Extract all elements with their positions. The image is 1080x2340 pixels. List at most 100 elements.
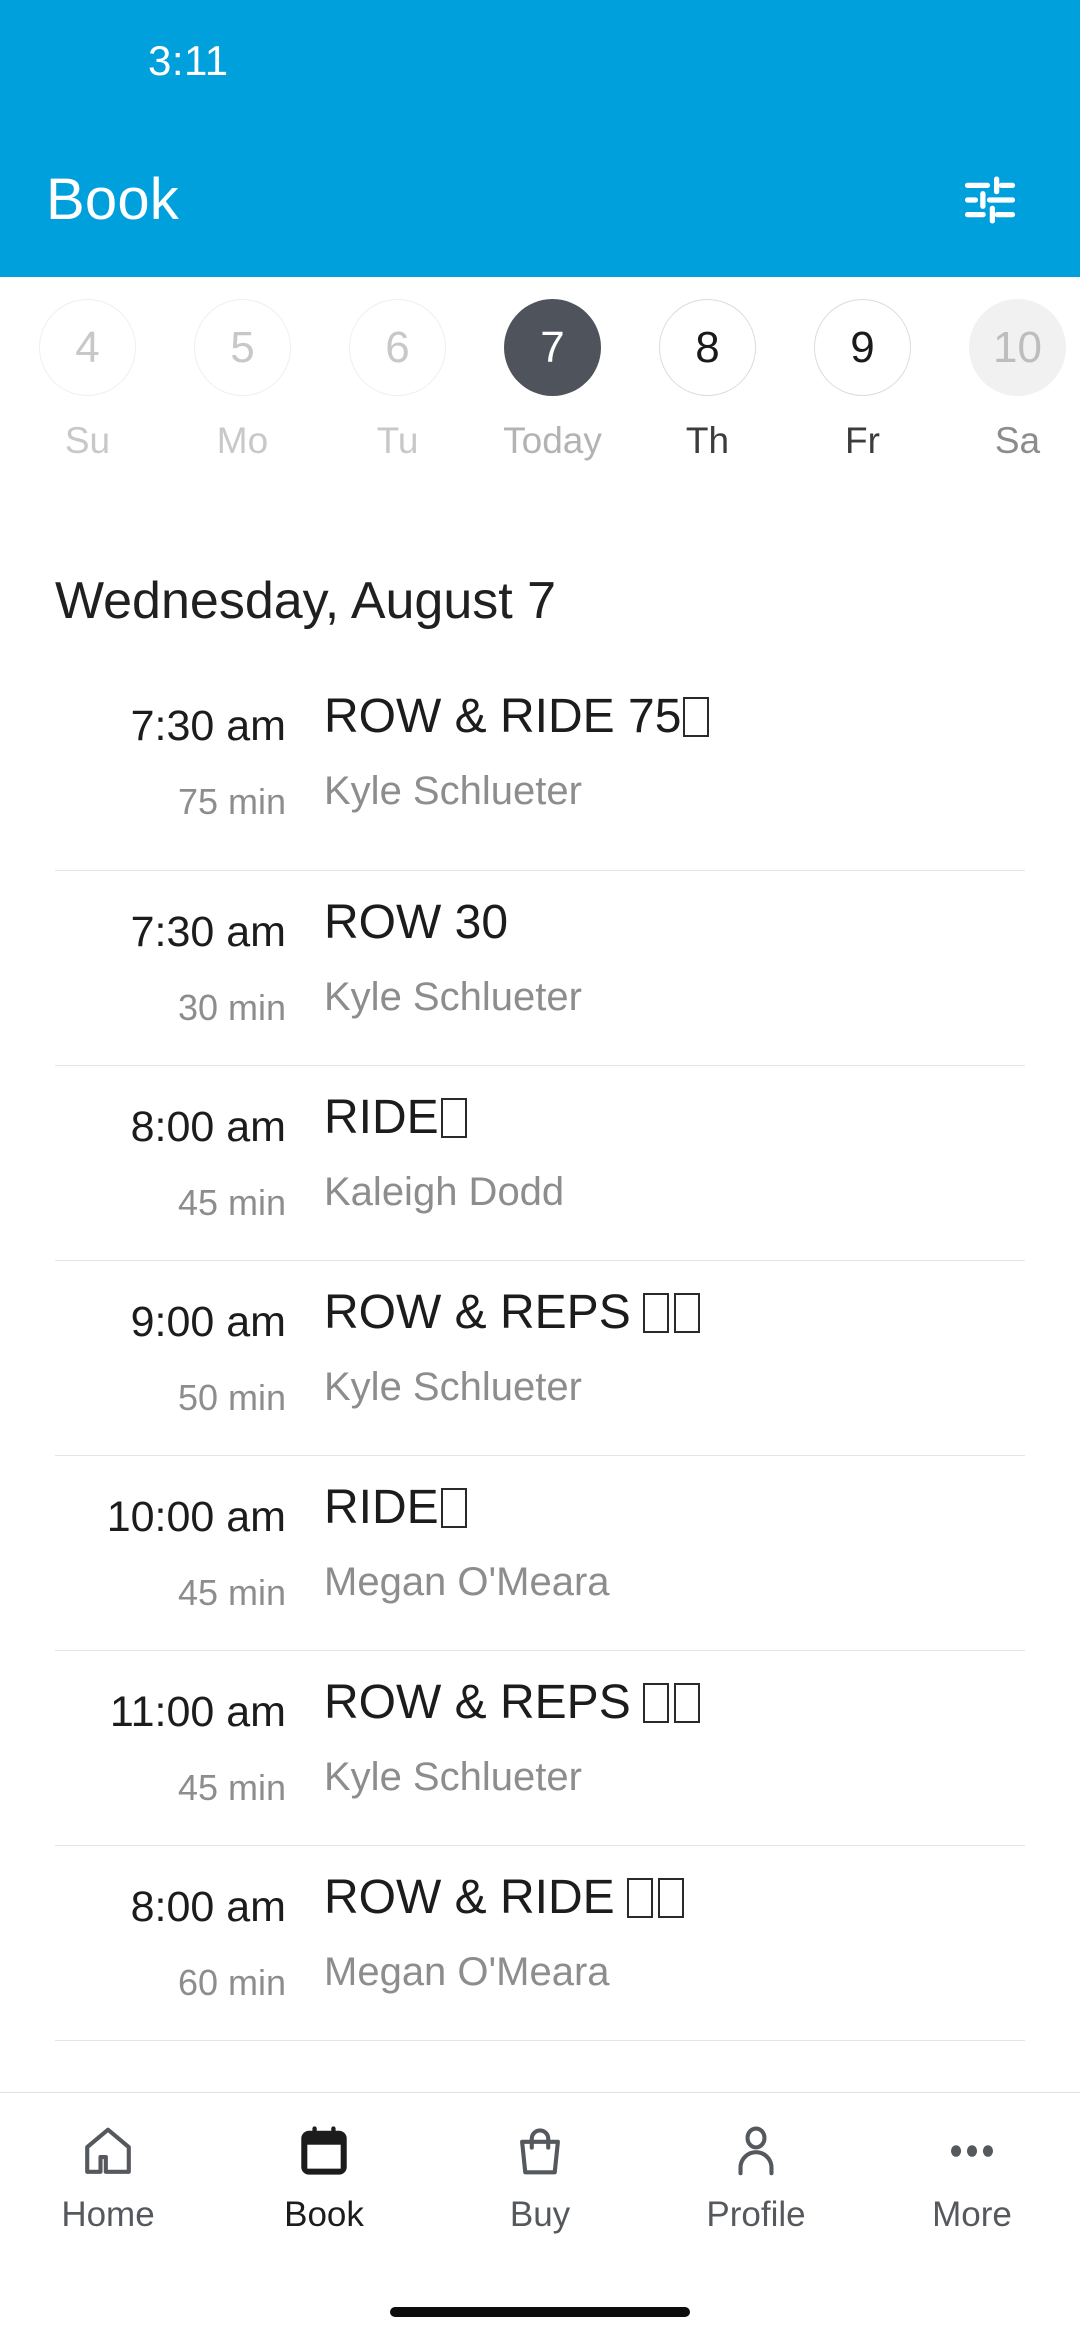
- app-bar-region: 3:11 Book: [0, 0, 1080, 277]
- date-circle[interactable]: 7: [504, 299, 601, 396]
- home-indicator: [390, 2307, 690, 2317]
- class-start-time: 10:00 am: [106, 1493, 286, 1541]
- class-name: ROW & RIDE: [324, 1871, 1025, 1925]
- bag-icon: [511, 2115, 569, 2187]
- class-info-column: ROW & RIDE 75 Kyle Schlueter: [310, 690, 1025, 814]
- date-cell-8[interactable]: 8 Th: [630, 299, 785, 462]
- class-name-text: RIDE: [324, 1091, 439, 1144]
- nav-item-home[interactable]: Home: [0, 2115, 216, 2235]
- class-start-time: 8:00 am: [130, 1883, 286, 1931]
- class-time-column: 8:00 am 45 min: [55, 1092, 310, 1224]
- class-name: RIDE: [324, 1091, 1025, 1145]
- class-time-column: 7:30 am 30 min: [55, 897, 310, 1029]
- date-circle[interactable]: 8: [659, 299, 756, 396]
- nav-item-buy[interactable]: Buy: [432, 2115, 648, 2235]
- class-name: ROW 30: [324, 896, 1025, 950]
- nav-item-more[interactable]: More: [864, 2115, 1080, 2235]
- class-info-column: ROW & REPS Kyle Schlueter: [310, 1286, 1025, 1410]
- class-name-text: ROW & RIDE 75: [324, 690, 682, 743]
- class-name-text: ROW & REPS: [324, 1676, 631, 1729]
- home-indicator-area: [0, 2284, 1080, 2340]
- class-instructor: Megan O'Meara: [324, 1949, 610, 1994]
- ellipsis-icon: [943, 2115, 1001, 2187]
- class-instructor: Kyle Schlueter: [324, 768, 582, 813]
- class-schedule-list[interactable]: 7:30 am 75 min ROW & RIDE 75 Kyle Schlueter…: [0, 677, 1080, 2092]
- tune-filter-icon: [965, 176, 1015, 223]
- class-info-column: ROW & REPS Kyle Schlueter: [310, 1676, 1025, 1800]
- date-cell-10[interactable]: 10 Sa: [940, 299, 1080, 462]
- date-cell-4[interactable]: 4 Su: [10, 299, 165, 462]
- class-time-column: 7:30 am 75 min: [55, 691, 310, 823]
- date-weekday-label: Fr: [845, 420, 880, 461]
- date-selector-strip[interactable]: 4 Su 5 Mo 6 Tu 7 Today 8 Th 9 Fr 10 Sa: [0, 277, 1080, 509]
- class-name: ROW & RIDE 75: [324, 690, 1025, 744]
- class-name-text: ROW 30: [324, 896, 509, 949]
- class-duration: 50 min: [177, 1377, 286, 1418]
- nav-item-label: Buy: [509, 2195, 571, 2234]
- class-info-column: RIDE Kaleigh Dodd: [310, 1091, 1025, 1215]
- date-circle[interactable]: 10: [969, 299, 1066, 396]
- date-cell-5[interactable]: 5 Mo: [165, 299, 320, 462]
- class-info-column: ROW & RIDE Megan O'Meara: [310, 1871, 1025, 1995]
- class-row[interactable]: 10:00 am 45 min RIDE Megan O'Meara: [55, 1456, 1025, 1651]
- class-time-column: 11:00 am 45 min: [55, 1677, 310, 1809]
- class-start-time: 11:00 am: [109, 1688, 286, 1736]
- class-name-text: RIDE: [324, 1481, 439, 1534]
- class-duration: 60 min: [177, 1962, 286, 2003]
- nav-item-label: More: [932, 2195, 1012, 2234]
- page-title: Book: [46, 167, 179, 232]
- date-circle[interactable]: 6: [349, 299, 446, 396]
- class-name: RIDE: [324, 1481, 1025, 1535]
- class-row[interactable]: 8:00 am 45 min RIDE Kaleigh Dodd: [55, 1066, 1025, 1261]
- class-row[interactable]: 7:30 am 30 min ROW 30 Kyle Schlueter: [55, 871, 1025, 1066]
- class-time-column: 9:00 am 50 min: [55, 1287, 310, 1419]
- app-bar: Book: [0, 122, 1080, 277]
- missing-glyph-icon: [673, 1683, 700, 1723]
- class-info-column: ROW 30 Kyle Schlueter: [310, 896, 1025, 1020]
- nav-item-label: Book: [284, 2195, 364, 2234]
- class-duration: 45 min: [177, 1767, 286, 1808]
- class-row[interactable]: 9:00 am 50 min ROW & REPS Kyle Schlueter: [55, 1261, 1025, 1456]
- class-duration: 75 min: [177, 781, 286, 822]
- missing-glyph-icon: [440, 1488, 467, 1528]
- date-cell-7[interactable]: 7 Today: [475, 299, 630, 462]
- class-instructor: Kyle Schlueter: [324, 974, 582, 1019]
- class-row[interactable]: 11:00 am 45 min ROW & REPS Kyle Schlueter: [55, 1651, 1025, 1846]
- bottom-navigation-bar[interactable]: Home Book Buy Profile More: [0, 2092, 1080, 2284]
- date-weekday-label: Th: [685, 420, 730, 461]
- class-start-time: 7:30 am: [130, 908, 286, 956]
- app-screen: 3:11 Book 4 Su 5 Mo 6 Tu 7 Today 8 Th 9 …: [0, 0, 1080, 2340]
- nav-item-profile[interactable]: Profile: [648, 2115, 864, 2235]
- nav-item-book[interactable]: Book: [216, 2115, 432, 2235]
- class-instructor: Megan O'Meara: [324, 1559, 610, 1604]
- class-name-text: ROW & RIDE: [324, 1871, 615, 1924]
- date-cell-9[interactable]: 9 Fr: [785, 299, 940, 462]
- class-name-text: ROW & REPS: [324, 1286, 631, 1339]
- status-bar-clock: 3:11: [148, 37, 229, 84]
- date-circle[interactable]: 4: [39, 299, 136, 396]
- date-weekday-label: Mo: [216, 420, 269, 461]
- calendar-icon: [295, 2115, 353, 2187]
- class-name: ROW & REPS: [324, 1676, 1025, 1730]
- nav-item-label: Profile: [706, 2195, 806, 2234]
- date-cell-6[interactable]: 6 Tu: [320, 299, 475, 462]
- filter-button[interactable]: [954, 164, 1026, 236]
- class-row[interactable]: 8:00 am 60 min ROW & RIDE Megan O'Meara: [55, 1846, 1025, 2041]
- selected-day-heading: Wednesday, August 7: [55, 572, 557, 630]
- class-instructor: Kyle Schlueter: [324, 1754, 582, 1799]
- missing-glyph-icon: [673, 1293, 700, 1333]
- date-circle[interactable]: 5: [194, 299, 291, 396]
- class-info-column: RIDE Megan O'Meara: [310, 1481, 1025, 1605]
- nav-item-label: Home: [61, 2195, 155, 2234]
- class-instructor: Kyle Schlueter: [324, 1364, 582, 1409]
- class-start-time: 7:30 am: [130, 702, 286, 750]
- date-weekday-label: Sa: [994, 420, 1041, 461]
- class-duration: 45 min: [177, 1182, 286, 1223]
- missing-glyph-icon: [642, 1293, 669, 1333]
- date-circle[interactable]: 9: [814, 299, 911, 396]
- home-icon: [79, 2115, 137, 2187]
- class-time-column: 8:00 am 60 min: [55, 1872, 310, 2004]
- class-row[interactable]: 7:30 am 75 min ROW & RIDE 75 Kyle Schlueter: [55, 677, 1025, 871]
- date-weekday-label: Today: [503, 420, 602, 461]
- class-duration: 30 min: [177, 987, 286, 1028]
